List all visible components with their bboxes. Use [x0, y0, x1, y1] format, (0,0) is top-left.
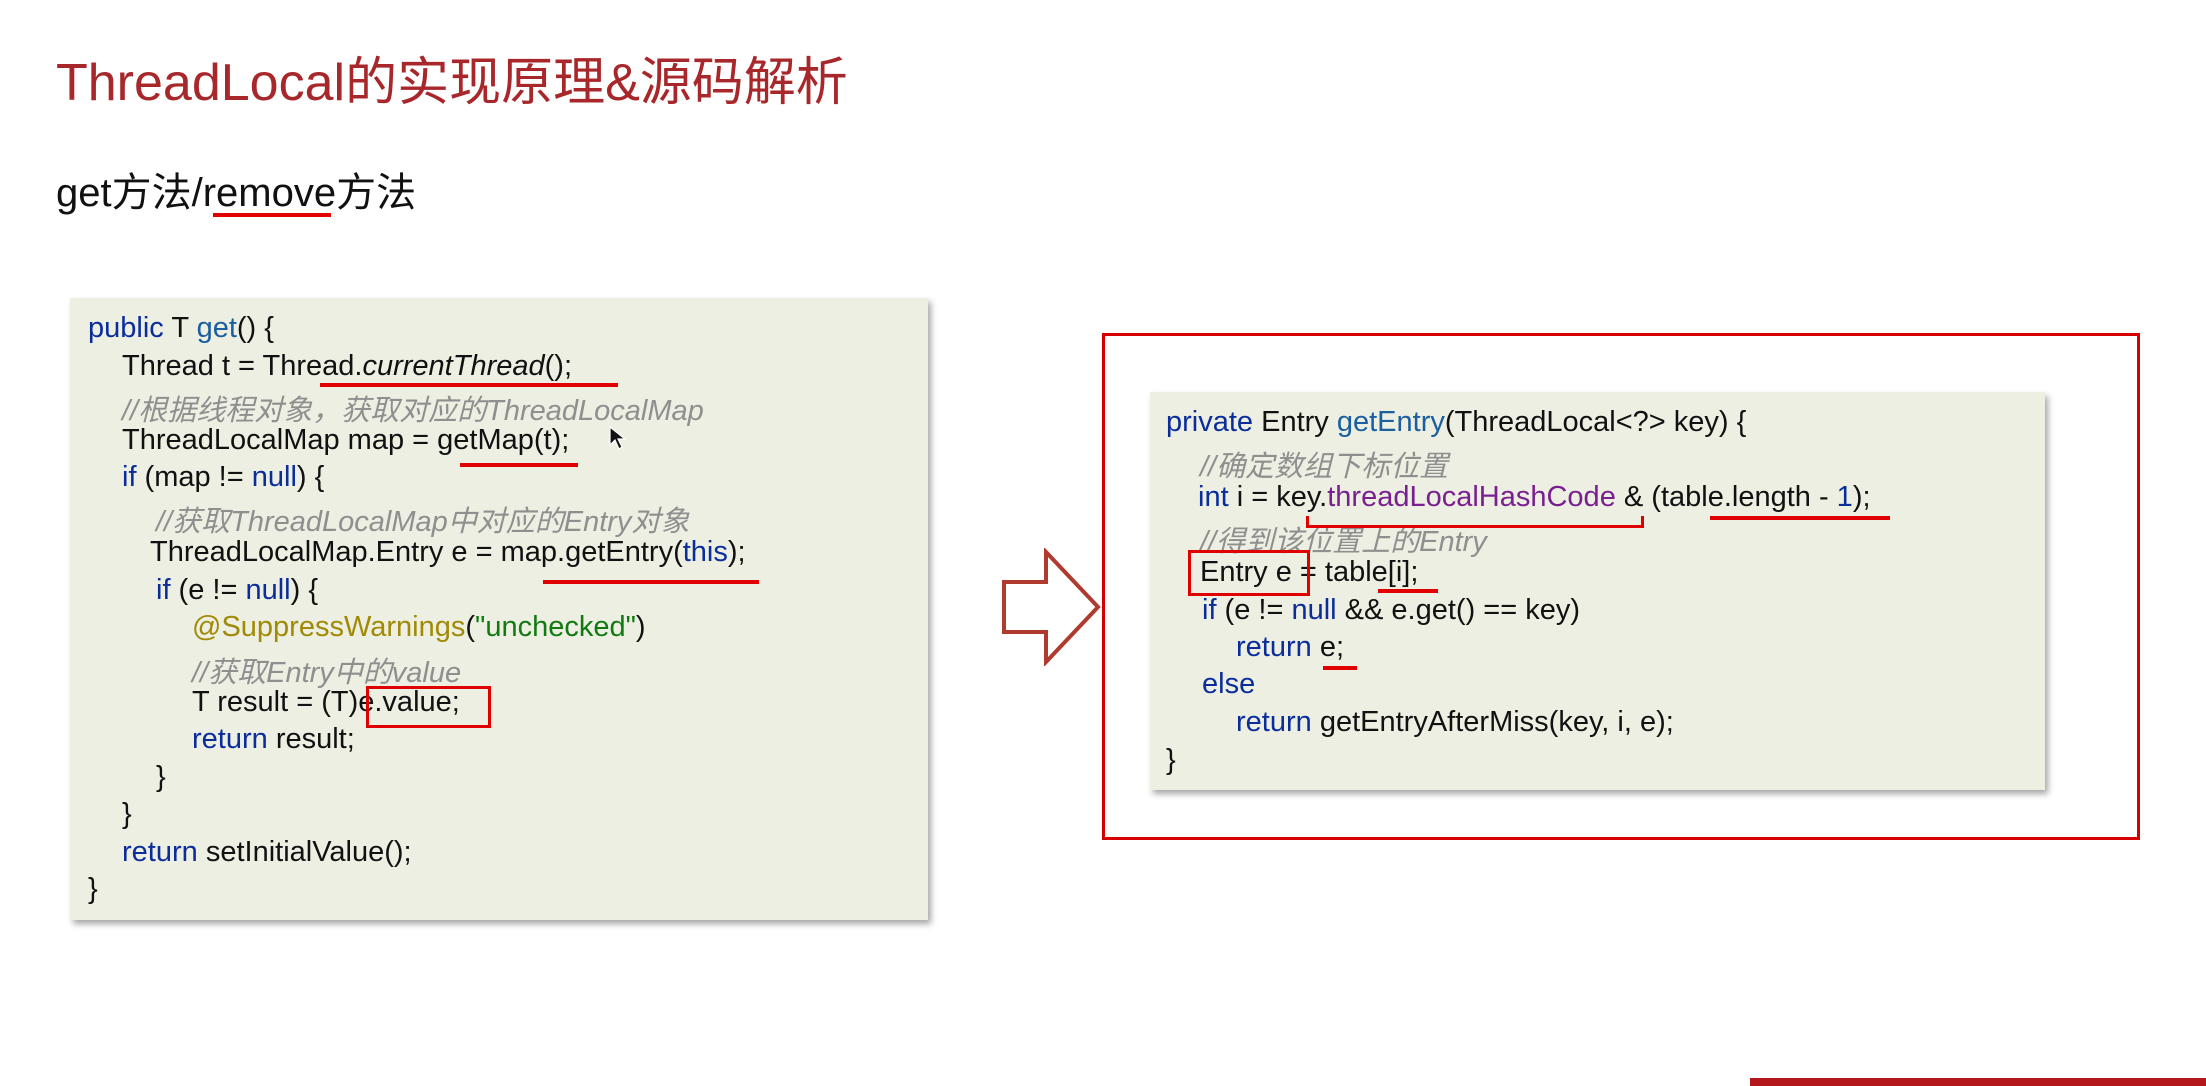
- code-keyword: return: [1236, 631, 1312, 663]
- code-comment: //获取ThreadLocalMap中对应的Entry对象: [156, 506, 690, 538]
- code-line: if (e != null) {: [156, 574, 318, 607]
- code-keyword: return: [122, 836, 198, 868]
- footer-accent-bar: [1750, 1078, 2206, 1086]
- table-length-underline: [1710, 516, 1890, 520]
- code-line: private Entry getEntry(ThreadLocal<?> ke…: [1166, 406, 1746, 439]
- code-field-name: threadLocalHashCode: [1327, 481, 1616, 513]
- code-text: );: [727, 536, 746, 568]
- current-thread-underline: [320, 383, 618, 387]
- code-method-name: getEntry: [1336, 406, 1445, 438]
- code-text: (e !=: [170, 574, 246, 606]
- code-line: }: [156, 761, 166, 793]
- code-line: return result;: [192, 723, 355, 756]
- code-line: return getEntryAfterMiss(key, i, e);: [1236, 706, 1674, 739]
- code-keyword: public: [88, 312, 164, 344]
- code-keyword: if: [1202, 594, 1217, 626]
- code-text: ) {: [296, 461, 325, 493]
- code-line: return setInitialValue();: [122, 836, 412, 869]
- table-index-underline: [1378, 589, 1438, 593]
- code-line: ThreadLocalMap map = getMap(t);: [122, 424, 570, 456]
- code-keyword: if: [156, 574, 171, 606]
- code-keyword: null: [1291, 594, 1337, 626]
- code-annotation: @SuppressWarnings: [192, 611, 466, 643]
- code-keyword: if: [122, 461, 137, 493]
- code-text: () {: [236, 312, 274, 344]
- code-text: T: [163, 312, 197, 344]
- getentry-method-code-block: private Entry getEntry(ThreadLocal<?> ke…: [1150, 392, 2045, 790]
- code-text: Thread t = Thread.: [122, 350, 363, 382]
- code-keyword: this: [682, 536, 728, 568]
- code-line: }: [88, 873, 98, 905]
- code-text: getEntryAfterMiss(key, i, e);: [1311, 706, 1674, 738]
- e-value-highlight-box: [366, 686, 491, 728]
- code-text: );: [1852, 481, 1871, 513]
- code-line: }: [1166, 744, 1176, 776]
- getentry-underline: [543, 580, 759, 584]
- code-comment: //获取Entry中的value: [192, 657, 462, 689]
- code-line: if (map != null) {: [122, 461, 324, 494]
- return-e-underline: [1323, 666, 1357, 670]
- slide-title: ThreadLocal的实现原理&源码解析: [56, 54, 848, 112]
- code-text: Entry: [1253, 406, 1337, 438]
- right-arrow-outline-icon: [1002, 548, 1101, 666]
- getmap-underline: [460, 463, 578, 467]
- code-text: & (table.length -: [1615, 481, 1837, 513]
- mouse-pointer-icon: [609, 425, 627, 450]
- code-text: e;: [1311, 631, 1345, 663]
- code-text: setInitialValue();: [197, 836, 412, 868]
- remove-underline: [213, 213, 331, 217]
- code-line: Thread t = Thread.currentThread();: [122, 350, 572, 383]
- code-text: T result = (T): [192, 686, 359, 718]
- code-text: && e.get() == key): [1336, 594, 1580, 626]
- code-text: (e !=: [1216, 594, 1292, 626]
- code-keyword: return: [192, 723, 268, 755]
- code-keyword: else: [1202, 668, 1256, 700]
- entry-e-highlight-box: [1188, 550, 1310, 596]
- code-method-name: get: [196, 312, 237, 344]
- code-text: ();: [544, 350, 572, 382]
- code-keyword: null: [245, 574, 291, 606]
- code-line: if (e != null && e.get() == key): [1202, 594, 1580, 627]
- code-text: (: [465, 611, 476, 643]
- code-keyword: null: [251, 461, 297, 493]
- code-line: @SuppressWarnings("unchecked"): [192, 611, 646, 644]
- code-text: ): [635, 611, 646, 643]
- code-keyword: int: [1198, 481, 1229, 513]
- code-text: i = key.: [1228, 481, 1328, 513]
- code-string: "unchecked": [475, 611, 636, 643]
- code-keyword: private: [1166, 406, 1254, 438]
- code-number: 1: [1836, 481, 1853, 513]
- code-text: ) {: [290, 574, 319, 606]
- code-line: public T get() {: [88, 312, 274, 345]
- code-line: int i = key.threadLocalHashCode & (table…: [1198, 481, 1871, 514]
- code-text: result;: [267, 723, 355, 755]
- code-comment: //确定数组下标位置: [1200, 451, 1449, 483]
- slide-subtitle: get方法/remove方法: [56, 171, 417, 215]
- code-static-call: currentThread: [362, 350, 545, 382]
- code-text: (map !=: [136, 461, 252, 493]
- code-line: ThreadLocalMap.Entry e = map.getEntry(th…: [150, 536, 746, 569]
- code-comment: //根据线程对象，获取对应的ThreadLocalMap: [122, 395, 704, 427]
- code-keyword: return: [1236, 706, 1312, 738]
- get-method-code-block: public T get() { Thread t = Thread.curre…: [70, 298, 928, 920]
- code-text: ThreadLocalMap.Entry e = map.getEntry(: [150, 536, 683, 568]
- code-line: }: [122, 798, 132, 830]
- code-line: return e;: [1236, 631, 1344, 664]
- thread-local-hashcode-box: [1306, 516, 1644, 528]
- code-text: (ThreadLocal<?> key) {: [1444, 406, 1747, 438]
